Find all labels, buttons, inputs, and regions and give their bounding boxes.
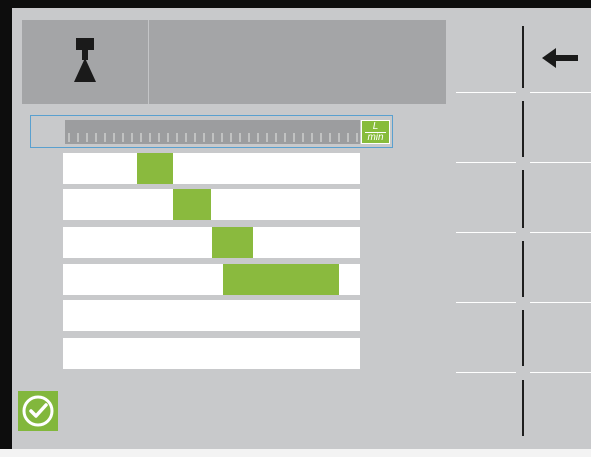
softkey-left-5[interactable] [456,308,522,368]
unit-numerator: L [372,121,379,132]
flow-rate-bar[interactable]: L min [30,115,393,148]
softkey-right-3[interactable] [524,168,591,228]
header-bar [22,20,446,104]
section-active-fill [223,264,340,295]
boom-section-2[interactable] [63,189,360,220]
bezel-top [0,0,591,8]
softkey-right-6[interactable] [524,378,591,438]
unit-denominator: min [365,132,386,143]
boom-section-1[interactable] [63,153,360,184]
section-active-fill [137,153,173,184]
confirm-button[interactable] [18,391,58,431]
softkey-left-3[interactable] [456,168,522,228]
bezel-left [0,0,12,457]
softkey-separator [530,372,591,373]
flow-unit-badge: L min [361,120,390,144]
softkey-separator [530,302,591,303]
header-divider [148,20,149,104]
gauge-ticks [68,133,358,142]
section-active-fill [211,227,254,258]
checkmark-circle-icon [22,395,54,427]
softkey-right-5[interactable] [524,308,591,368]
terminal-screen: L min [12,8,591,449]
boom-section-nozzle-icon [74,38,96,82]
softkey-left-4[interactable] [456,238,522,298]
header-icon-cell[interactable] [22,20,148,104]
softkey-separator [456,302,516,303]
boom-section-3[interactable] [63,227,360,258]
softkey-separator [530,92,591,93]
softkey-separator [456,232,516,233]
softkey-left-2[interactable] [456,98,522,158]
softkey-separator [456,92,516,93]
flow-gauge [65,120,360,144]
softkey-separator [530,232,591,233]
back-button[interactable] [524,28,591,88]
boom-section-4[interactable] [63,264,360,295]
softkey-right-2[interactable] [524,98,591,158]
softkey-separator [456,372,516,373]
softkey-panel [456,8,591,449]
section-active-fill [172,189,212,220]
boom-section-6[interactable] [63,338,360,369]
boom-section-5[interactable] [63,300,360,331]
softkey-left-1[interactable] [456,28,522,88]
arrow-left-icon [542,48,578,68]
softkey-separator [530,162,591,163]
softkey-right-4[interactable] [524,238,591,298]
softkey-left-6[interactable] [456,378,522,438]
softkey-separator [456,162,516,163]
bezel-bottom [0,449,591,457]
